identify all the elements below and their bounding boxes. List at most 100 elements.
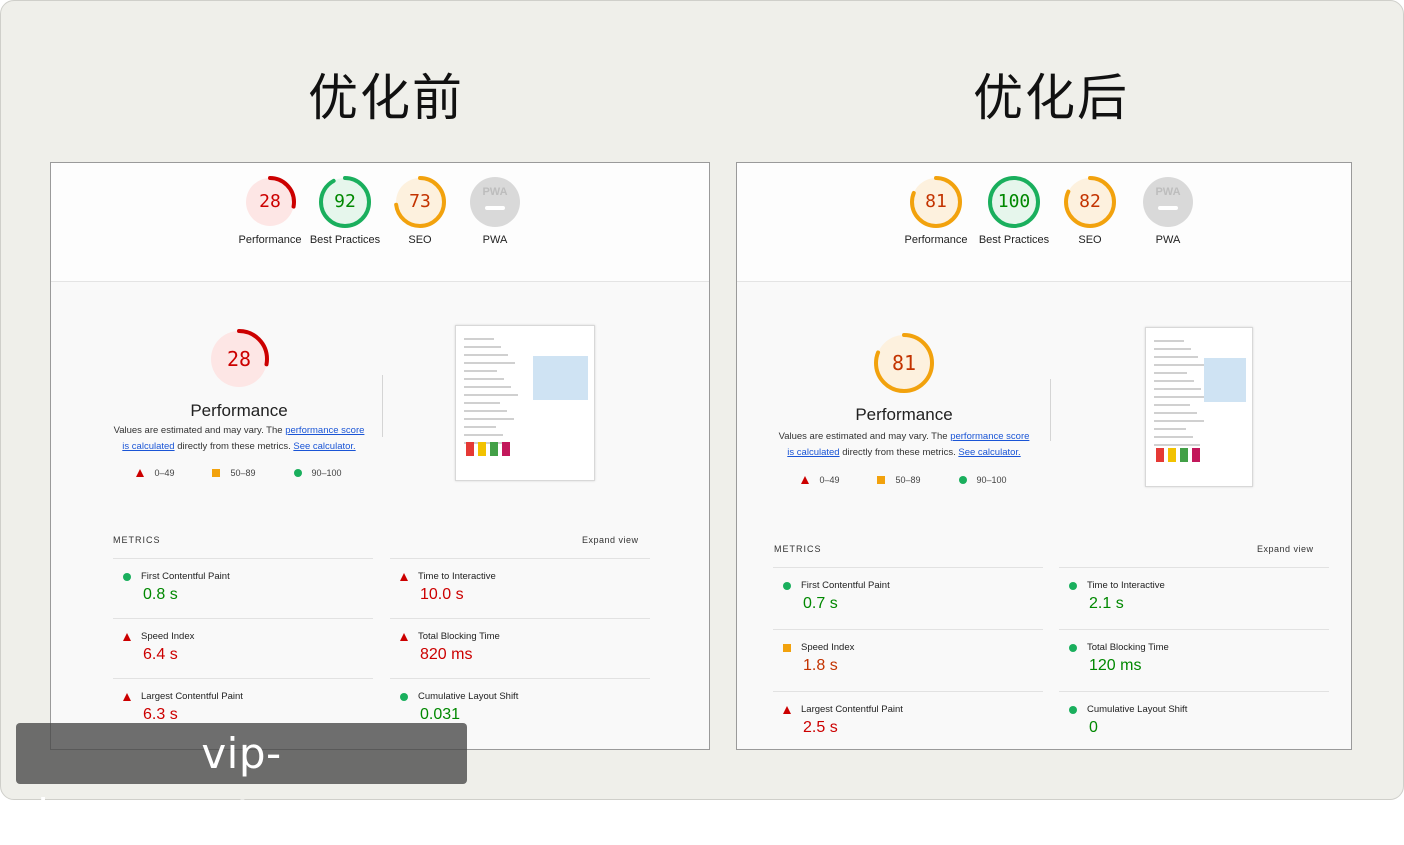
page-screenshot-thumbnail <box>1145 327 1253 487</box>
score-legend: 0–49 50–89 90–100 <box>774 475 1034 485</box>
metric-name: Total Blocking Time <box>1087 642 1169 653</box>
note-text: directly from these metrics. <box>174 441 294 452</box>
before-heading: 优化前 <box>308 69 464 127</box>
metric-largest-contentful-paint: Largest Contentful Paint 2.5 s <box>773 691 1043 749</box>
gauge-pwa[interactable]: PWA PWA <box>1124 176 1212 248</box>
metric-cumulative-layout-shift: Cumulative Layout Shift 0 <box>1059 691 1329 749</box>
gauge-score: 82 <box>1079 191 1101 212</box>
fail-triangle-icon <box>400 632 408 641</box>
performance-summary: 81 Performance <box>804 333 1004 425</box>
legend-range: 50–89 <box>895 475 921 485</box>
performance-title: Performance <box>855 405 953 424</box>
metric-value: 120 ms <box>1089 657 1142 674</box>
pwa-logo-text: PWA <box>482 186 508 198</box>
gauge-label: Performance <box>904 234 968 246</box>
metric-value: 0.8 s <box>143 586 178 603</box>
gauge-best-practices[interactable]: 100 Best Practices <box>970 176 1058 248</box>
score-legend: 0–49 50–89 90–100 <box>109 468 369 478</box>
legend-pass: 90–100 <box>293 468 342 478</box>
metrics-header: METRICS <box>774 544 822 554</box>
metric-name: Total Blocking Time <box>418 631 500 642</box>
expand-view-link[interactable]: Expand view <box>582 535 639 545</box>
legend-range: 90–100 <box>311 468 342 478</box>
metric-name: Largest Contentful Paint <box>801 704 903 715</box>
gauge-performance[interactable]: 81 Performance <box>892 176 980 248</box>
legend-pass-icon <box>293 469 302 477</box>
fail-triangle-icon <box>783 705 791 714</box>
metric-first-contentful-paint: First Contentful Paint 0.8 s <box>113 558 373 619</box>
metric-value: 1.8 s <box>803 657 838 674</box>
metric-speed-index: Speed Index 6.4 s <box>113 618 373 679</box>
legend-fail: 0–49 <box>136 468 174 478</box>
legend-fail-icon <box>801 476 810 484</box>
performance-score: 81 <box>891 351 917 375</box>
legend-fail: 0–49 <box>801 475 839 485</box>
gauge-score: 28 <box>259 191 281 212</box>
pass-circle-icon <box>1069 643 1077 652</box>
gauge-score: 81 <box>925 191 947 212</box>
note-text: Values are estimated and may vary. The <box>778 431 951 442</box>
performance-score: 28 <box>226 347 252 371</box>
gauge-pwa[interactable]: PWA PWA <box>451 176 539 248</box>
metric-value: 0.031 <box>420 706 461 723</box>
lighthouse-report-after: 81 Performance 100 Best Practices 82 SEO PW… <box>736 162 1352 750</box>
metric-name: Speed Index <box>141 631 195 642</box>
see-calculator-link[interactable]: See calculator. <box>293 441 355 452</box>
fail-triangle-icon <box>123 692 131 701</box>
legend-average-icon <box>212 469 221 477</box>
see-calculator-link[interactable]: See calculator. <box>958 447 1020 458</box>
gauge-label: SEO <box>1078 234 1102 246</box>
metric-name: Time to Interactive <box>418 571 496 582</box>
metric-value: 0.7 s <box>803 595 838 612</box>
performance-note: Values are estimated and may vary. The p… <box>109 423 369 455</box>
legend-range: 0–49 <box>154 468 175 478</box>
metric-total-blocking-time: Total Blocking Time 120 ms <box>1059 629 1329 692</box>
legend-fail-icon <box>136 469 145 477</box>
metric-name: First Contentful Paint <box>141 571 230 582</box>
legend-pass-icon <box>958 476 967 484</box>
performance-title: Performance <box>190 401 288 420</box>
performance-note: Values are estimated and may vary. The p… <box>774 429 1034 461</box>
metric-name: First Contentful Paint <box>801 580 890 591</box>
gauge-label: Best Practices <box>978 234 1050 246</box>
gauge-seo[interactable]: 82 SEO <box>1046 176 1134 248</box>
pass-circle-icon <box>400 692 408 701</box>
lighthouse-report-before: 28 Performance 92 Best Practices 73 SEO PWA… <box>50 162 710 750</box>
metric-value: 2.5 s <box>803 719 838 736</box>
metric-time-to-interactive: Time to Interactive 2.1 s <box>1059 567 1329 630</box>
metric-value: 6.3 s <box>143 706 178 723</box>
metric-name: Speed Index <box>801 642 855 653</box>
metric-first-contentful-paint: First Contentful Paint 0.7 s <box>773 567 1043 630</box>
score-gauges: 28 Performance 92 Best Practices 73 SEO PWA… <box>51 163 709 282</box>
pass-circle-icon <box>783 581 791 590</box>
legend-range: 90–100 <box>976 475 1007 485</box>
expand-view-link[interactable]: Expand view <box>1257 544 1314 554</box>
legend-pass: 90–100 <box>958 475 1007 485</box>
pass-circle-icon <box>123 572 131 581</box>
fail-triangle-icon <box>123 632 131 641</box>
fail-triangle-icon <box>400 572 408 581</box>
pass-circle-icon <box>1069 705 1077 714</box>
pass-circle-icon <box>1069 581 1077 590</box>
gauge-score: 100 <box>997 191 1031 212</box>
score-gauges: 81 Performance 100 Best Practices 82 SEO PW… <box>737 163 1351 282</box>
metric-value: 6.4 s <box>143 646 178 663</box>
gauge-label: PWA <box>482 234 508 246</box>
metric-value: 0 <box>1089 719 1098 736</box>
gauge-score: 73 <box>409 191 431 212</box>
divider <box>382 375 383 437</box>
metric-value: 820 ms <box>420 646 473 663</box>
metric-total-blocking-time: Total Blocking Time 820 ms <box>390 618 650 679</box>
performance-summary: 28 Performance <box>139 329 339 421</box>
gauge-score: 92 <box>334 191 356 212</box>
watermark: vip-boaosports.com.cn <box>16 723 467 839</box>
note-text: Values are estimated and may vary. The <box>113 425 286 436</box>
legend-range: 0–49 <box>819 475 840 485</box>
after-heading: 优化后 <box>973 69 1129 127</box>
metric-value: 10.0 s <box>420 586 464 603</box>
pwa-logo-text: PWA <box>1155 186 1181 198</box>
metric-name: Time to Interactive <box>1087 580 1165 591</box>
average-square-icon <box>783 643 791 652</box>
metric-name: Cumulative Layout Shift <box>418 691 519 702</box>
divider <box>1050 379 1051 441</box>
